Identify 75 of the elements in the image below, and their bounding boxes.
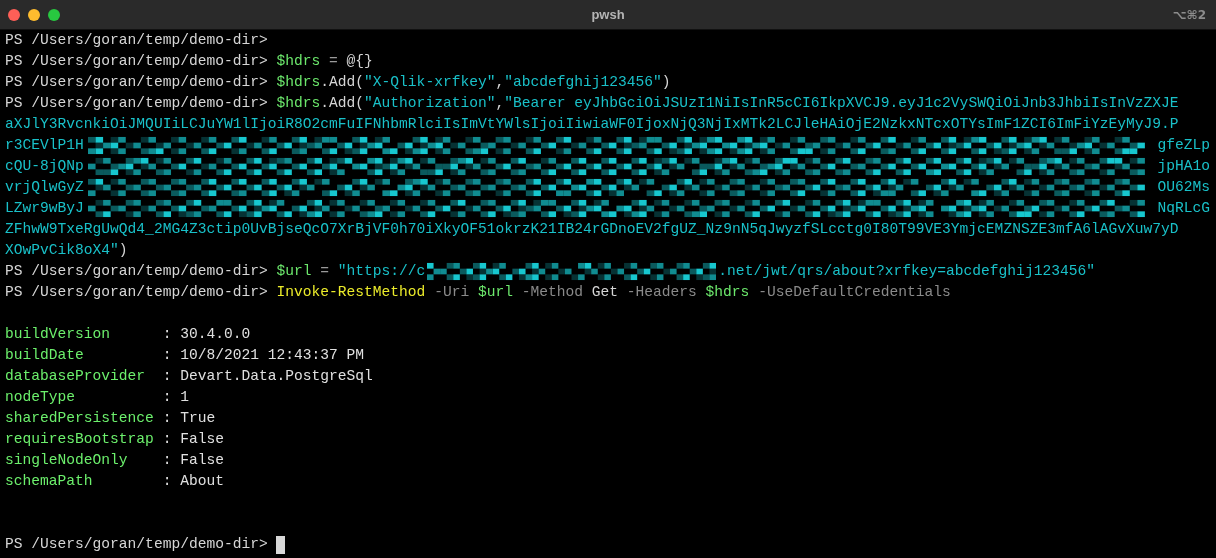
variable-token: $url <box>276 262 312 281</box>
code-text: , <box>495 73 505 92</box>
variable-token: $url <box>477 283 513 302</box>
property-value: False <box>180 451 224 470</box>
code-text: @{} <box>346 52 373 71</box>
property-value: True <box>180 409 216 428</box>
string-token: .net/jwt/qrs/about?xrfkey=abcdefghij123456" <box>718 262 1095 281</box>
string-token: r3CEVlP1H <box>5 136 84 155</box>
parameter-token: -Method <box>521 283 583 302</box>
property-name: databaseProvider <box>5 367 147 386</box>
property-name: requiresBootstrap <box>5 430 155 449</box>
string-token: NqRLcG <box>1157 199 1210 218</box>
property-value: False <box>180 430 224 449</box>
window-title: pwsh <box>591 7 625 22</box>
string-token: "Authorization" <box>364 94 496 113</box>
separator-text: : <box>162 409 172 428</box>
string-token: eyJhbGciOiJSUzI1NiIsInR5cCI6IkpXVCJ9.eyJ1c2VySWQiOiJnb3JhbiIsInVzZXJE <box>574 94 1179 113</box>
property-value: 10/8/2021 12:43:37 PM <box>180 346 365 365</box>
separator-text: : <box>162 451 172 470</box>
variable-token: $hdrs <box>276 94 321 113</box>
string-token: "abcdefghij123456" <box>504 73 662 92</box>
property-value: 30.4.0.0 <box>180 325 251 344</box>
property-value: About <box>180 472 224 491</box>
separator-text: : <box>162 367 172 386</box>
property-name: schemaPath <box>5 472 94 491</box>
code-text: , <box>495 94 505 113</box>
parameter-token: -Headers <box>626 283 697 302</box>
property-name: buildVersion <box>5 325 112 344</box>
string-token: "X-Qlik-xrfkey" <box>364 73 496 92</box>
parameter-token: -Uri <box>434 283 470 302</box>
code-text: .Add( <box>320 94 365 113</box>
prompt-text: PS /Users/goran/temp/demo-dir> <box>5 535 268 554</box>
separator-text: : <box>162 346 172 365</box>
separator-text: : <box>162 472 172 491</box>
code-text: .Add( <box>320 73 365 92</box>
prompt-text: PS /Users/goran/temp/demo-dir> <box>5 73 268 92</box>
separator-text: : <box>162 388 172 407</box>
variable-token: $hdrs <box>276 73 321 92</box>
maximize-button[interactable] <box>48 8 60 21</box>
prompt-text: PS /Users/goran/temp/demo-dir> <box>5 283 268 302</box>
string-token: cQU-8jQNp <box>5 157 84 176</box>
shortcut-text: ⌥⌘2 <box>1172 7 1207 22</box>
property-name: singleNodeOnly <box>5 451 129 470</box>
parameter-token: -UseDefaultCredentials <box>758 283 951 302</box>
separator-text: : <box>162 430 172 449</box>
close-button[interactable] <box>8 8 20 21</box>
prompt-text: PS /Users/goran/temp/demo-dir> <box>5 31 268 50</box>
minimize-button[interactable] <box>28 8 40 21</box>
string-token: LZwr9wByJ <box>5 199 84 218</box>
operator-token: = <box>320 262 330 281</box>
variable-token: $hdrs <box>705 283 750 302</box>
code-text: Get <box>591 283 619 302</box>
code-text: ) <box>661 73 671 92</box>
variable-token: $hdrs <box>276 52 321 71</box>
string-token: gfeZLp <box>1157 136 1210 155</box>
string-token: XOwPvCik8oX4" <box>5 241 119 260</box>
prompt-text: PS /Users/goran/temp/demo-dir> <box>5 94 268 113</box>
property-name: sharedPersistence <box>5 409 155 428</box>
separator-text: : <box>162 325 172 344</box>
code-text: ) <box>118 241 128 260</box>
string-token: ZFhwW9TxeRgUwQd4_2MG4Z3ctip0UvBjseQcO7XrBjVF0h70iXkyOF51okrzK21IB24rGDnoEV2fgUZ_Nz9nN5qJwyzfSLcctg0I80T99VE3YmjcEMZNSZE3mfA6lAGvXuw7yD <box>5 220 1179 239</box>
property-name: nodeType <box>5 388 77 407</box>
string-token: "https://c <box>337 262 426 281</box>
string-token: "Bearer <box>504 94 566 113</box>
property-name: buildDate <box>5 346 85 365</box>
property-value: 1 <box>180 388 189 407</box>
string-token: aXJlY3RvcnkiOiJMQUIiLCJuYW1lIjoiR8O2cmFuIFNhbmRlciIsImVtYWlsIjoiIiwiaWF0IjoxNjQ3NjIxMTk2LCJleHAiOjE2NzkxNTcxOTYsImF1ZCI6ImFiYzEyMyJ9.P <box>5 115 1179 134</box>
operator-token: = <box>329 52 338 71</box>
string-token: vrjQlwGyZ <box>5 178 84 197</box>
string-token: OU62Ms <box>1157 178 1210 197</box>
prompt-text: PS /Users/goran/temp/demo-dir> <box>5 262 268 281</box>
string-token: jpHA1o <box>1157 157 1210 176</box>
property-value: Devart.Data.PostgreSql <box>180 367 373 386</box>
prompt-text: PS /Users/goran/temp/demo-dir> <box>5 52 268 71</box>
command-token: Invoke-RestMethod <box>276 283 426 302</box>
